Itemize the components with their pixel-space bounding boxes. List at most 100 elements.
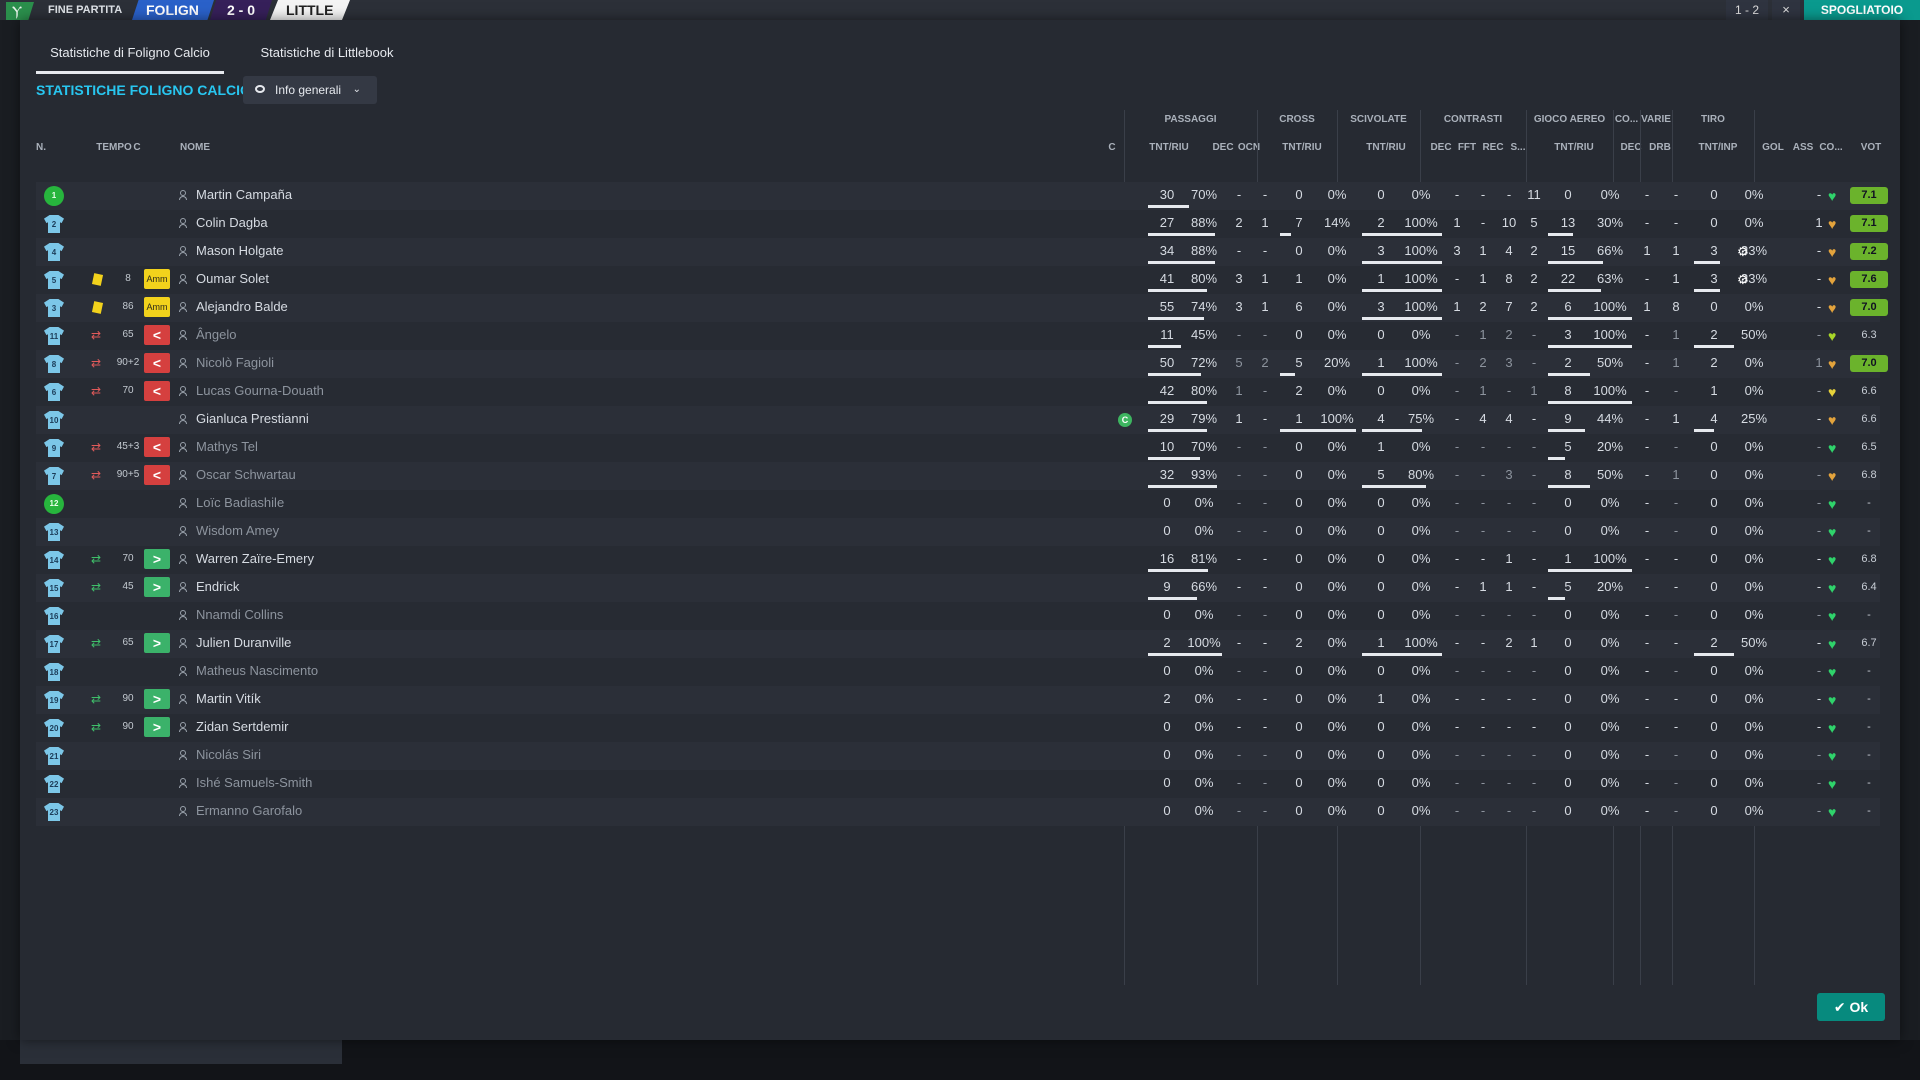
person-icon: [179, 218, 187, 228]
player-name[interactable]: Colin Dagba: [196, 210, 268, 238]
crosses-attempted: 6: [1295, 299, 1303, 314]
tackles-won-pct: 0%: [1411, 551, 1431, 566]
header-close-button[interactable]: ×: [1772, 0, 1800, 20]
table-row[interactable]: 19 ⇄ 90 > Martin Vitík 2 0% - - 0 0% 1 0% - - - - 0 0% - - 0 0…: [36, 686, 1880, 714]
shots-on-target-pct: 0%: [1744, 467, 1764, 482]
yellow-card-icon: [91, 273, 104, 286]
column-header-sciv-tr[interactable]: TNT/RIU: [1346, 142, 1426, 153]
player-name[interactable]: Alejandro Balde: [196, 294, 288, 322]
player-name[interactable]: Ermanno Garofalo: [196, 798, 302, 826]
player-name[interactable]: Julien Duranville: [196, 630, 291, 658]
table-row[interactable]: 14 ⇄ 70 > Warren Zaïre-Emery 16 81% - -0 0% 0 0% - -1…: [36, 546, 1880, 574]
crosses-attempted: 0: [1295, 607, 1303, 622]
column-header-n[interactable]: N.: [36, 142, 72, 153]
table-row[interactable]: 13 Wisdom Amey 0 0% - -0 0% 0 0% - - - -0 0% - -0 0% - ♥ -: [36, 518, 1880, 546]
crosses-attempted: 2: [1295, 635, 1303, 650]
booking-badge: Amm: [144, 297, 170, 317]
passes-key: -: [1236, 635, 1242, 650]
column-header-tiro-tr[interactable]: TNT/INP: [1678, 142, 1758, 153]
tackles-attempted: 0: [1377, 579, 1385, 594]
player-name[interactable]: Mathys Tel: [196, 434, 258, 462]
player-name[interactable]: Martin Campaña: [196, 182, 292, 210]
dribbles: -: [1673, 663, 1679, 678]
table-row[interactable]: 23 Ermanno Garofalo 0 0% - - 0 0% 0 0% - - - - 0 0% - - 0 0…: [36, 798, 1880, 826]
table-row[interactable]: 6 ⇄ 70 < Lucas Gourna-Douath 42 80% 1-2 0% 0 0% -1-…: [36, 378, 1880, 406]
passes-attempted: 0: [1163, 663, 1171, 678]
tackles-won-pct: 0%: [1411, 495, 1431, 510]
column-header-ass[interactable]: ASS: [1790, 142, 1816, 153]
table-row[interactable]: 15 ⇄ 45 > Endrick 9 66% - -0 0% 0 0% -1 1-5 20% - -0 0% - ♥…: [36, 574, 1880, 602]
aerial-attempted: 0: [1564, 635, 1572, 650]
contrasts-dec: -: [1454, 383, 1460, 398]
table-row[interactable]: 17 ⇄ 65 > Julien Duranville 2 100% - -2 0% 1 100% - -…: [36, 630, 1880, 658]
condition-heart-icon: ♥: [1828, 356, 1837, 372]
player-name[interactable]: Ângelo: [196, 322, 236, 350]
table-row[interactable]: 9 ⇄ 45+3 < Mathys Tel 10 70% - -0 0% 1 0% - - - -5 20% - -…: [36, 434, 1880, 462]
player-name[interactable]: Zidan Sertdemir: [196, 714, 288, 742]
player-name[interactable]: Gianluca Prestianni: [196, 406, 309, 434]
column-header-cond[interactable]: CO...: [1816, 142, 1846, 153]
tab-away-stats[interactable]: Statistiche di Littlebook: [232, 38, 422, 74]
player-name[interactable]: Lucas Gourna-Douath: [196, 378, 324, 406]
contrasts-dec: -: [1454, 495, 1460, 510]
column-header-pass-ocn[interactable]: OCN: [1236, 142, 1262, 153]
player-name[interactable]: Oumar Solet: [196, 266, 269, 294]
player-name[interactable]: Ishé Samuels-Smith: [196, 770, 312, 798]
contrasts-fft: 2: [1479, 355, 1487, 370]
condition-heart-icon: ♥: [1828, 300, 1837, 316]
ok-button[interactable]: ✔ Ok: [1817, 993, 1885, 1021]
player-name[interactable]: Wisdom Amey: [196, 518, 279, 546]
player-name[interactable]: Endrick: [196, 574, 239, 602]
table-row[interactable]: 2 Colin Dagba 27 88% 2 1 7 14% 2 100% 1-10 5 13 30% - -…: [36, 210, 1888, 238]
table-row[interactable]: 7 ⇄ 90+5 < Oscar Schwartau 32 93% - -0 0% 5 80% - -3-…: [36, 462, 1880, 490]
shots-attempted: 0: [1710, 607, 1718, 622]
player-name[interactable]: Nicolás Siri: [196, 742, 261, 770]
contrasts-s: 1: [1530, 635, 1538, 650]
eye-icon: [255, 85, 265, 93]
table-row[interactable]: 10 Gianluca Prestianni C 29 79% 1-1 100% 4 75% -4…: [36, 406, 1880, 434]
dressing-room-button[interactable]: SPOGLIATOIO: [1804, 0, 1920, 20]
view-dropdown[interactable]: Info generali ⌄: [243, 76, 377, 104]
match-rating: -: [1867, 749, 1871, 761]
column-header-pass-tr[interactable]: TNT/RIU: [1132, 142, 1206, 153]
column-header-c[interactable]: C: [130, 142, 144, 153]
contrasts-rec: 3: [1505, 355, 1513, 370]
player-name[interactable]: Nnamdi Collins: [196, 602, 283, 630]
table-row[interactable]: 12 Loïc Badiashile 0 0% - - 0 0% 0 0% - - - - 0 0% - - 0 0%…: [36, 490, 1880, 518]
column-header-c2[interactable]: C: [1105, 142, 1119, 153]
player-name[interactable]: Mason Holgate: [196, 238, 283, 266]
column-header-gol[interactable]: GOL: [1760, 142, 1786, 153]
table-row[interactable]: 16 Nnamdi Collins 0 0% - - 0 0% 0 0% - - - - 0 0% - - 0 0% -…: [36, 602, 1880, 630]
passes-completed-pct: 0%: [1194, 747, 1214, 762]
column-header-vot[interactable]: VOT: [1852, 142, 1890, 153]
table-row[interactable]: 8 ⇄ 90+2 < Nicolò Fagioli 50 72% 5 2 5 20% 1 100% -2 3…: [36, 350, 1888, 378]
column-header-var-drb[interactable]: DRB: [1646, 142, 1674, 153]
column-header-con-fft[interactable]: FFT: [1454, 142, 1480, 153]
player-name[interactable]: Loïc Badiashile: [196, 490, 284, 518]
tackles-won-pct: 0%: [1411, 775, 1431, 790]
table-row[interactable]: 3 86 Amm Alejandro Balde 55 74% 3 1 6 0% 3 100% 1 2 7 2…: [36, 294, 1888, 322]
column-header-con-dec[interactable]: DEC: [1428, 142, 1454, 153]
match-header-bar: Ⲩ FINE PARTITA FOLIGN 2 - 0 LITTLE 1 - 2…: [0, 0, 1920, 20]
column-header-cross-tr[interactable]: TNT/RIU: [1264, 142, 1340, 153]
contrasts-rec: -: [1506, 607, 1512, 622]
player-name[interactable]: Martin Vitík: [196, 686, 261, 714]
table-row[interactable]: 20 ⇄ 90 > Zidan Sertdemir 0 0% - - 0 0% 0 0% - - - - 0 0% -…: [36, 714, 1880, 742]
player-name[interactable]: Oscar Schwartau: [196, 462, 296, 490]
table-row[interactable]: 21 Nicolás Siri 0 0% - -0 0% 0 0% - - - -0 0% - -0 0% - ♥ -: [36, 742, 1880, 770]
table-row[interactable]: 1 Martin Campaña 30 70% - -0 0% 0 0% - - -11 0 0% - -0 0…: [36, 182, 1888, 210]
column-header-aer-tr[interactable]: TNT/RIU: [1532, 142, 1616, 153]
tab-home-stats[interactable]: Statistiche di Foligno Calcio: [36, 38, 224, 74]
player-name[interactable]: Warren Zaïre-Emery: [196, 546, 314, 574]
player-name[interactable]: Matheus Nascimento: [196, 658, 318, 686]
column-header-pass-dec[interactable]: DEC: [1210, 142, 1236, 153]
column-header-con-rec[interactable]: REC: [1480, 142, 1506, 153]
table-row[interactable]: 11 ⇄ 65 < Ângelo 11 45% - -0 0% 0 0% -1 2-3 100% -1 2 50%…: [36, 322, 1880, 350]
table-row[interactable]: 4 Mason Holgate 34 88% - -0 0% 3 100% 3 1 4 2 15 66% 1 1…: [36, 238, 1888, 266]
header-score-button[interactable]: 1 - 2: [1726, 0, 1768, 20]
table-row[interactable]: 5 8 Amm Oumar Solet 41 80% 3 1 1 0% 1 100% -1 8 2 22 63%…: [36, 266, 1888, 294]
player-name[interactable]: Nicolò Fagioli: [196, 350, 274, 378]
table-row[interactable]: 22 Ishé Samuels-Smith 0 0% - - 0 0% 0 0% - - - - 0 0% - -…: [36, 770, 1880, 798]
column-header-nome[interactable]: NOME: [180, 142, 300, 153]
table-row[interactable]: 18 Matheus Nascimento 0 0% - - 0 0% 0 0% - - - - 0 0% - -…: [36, 658, 1880, 686]
